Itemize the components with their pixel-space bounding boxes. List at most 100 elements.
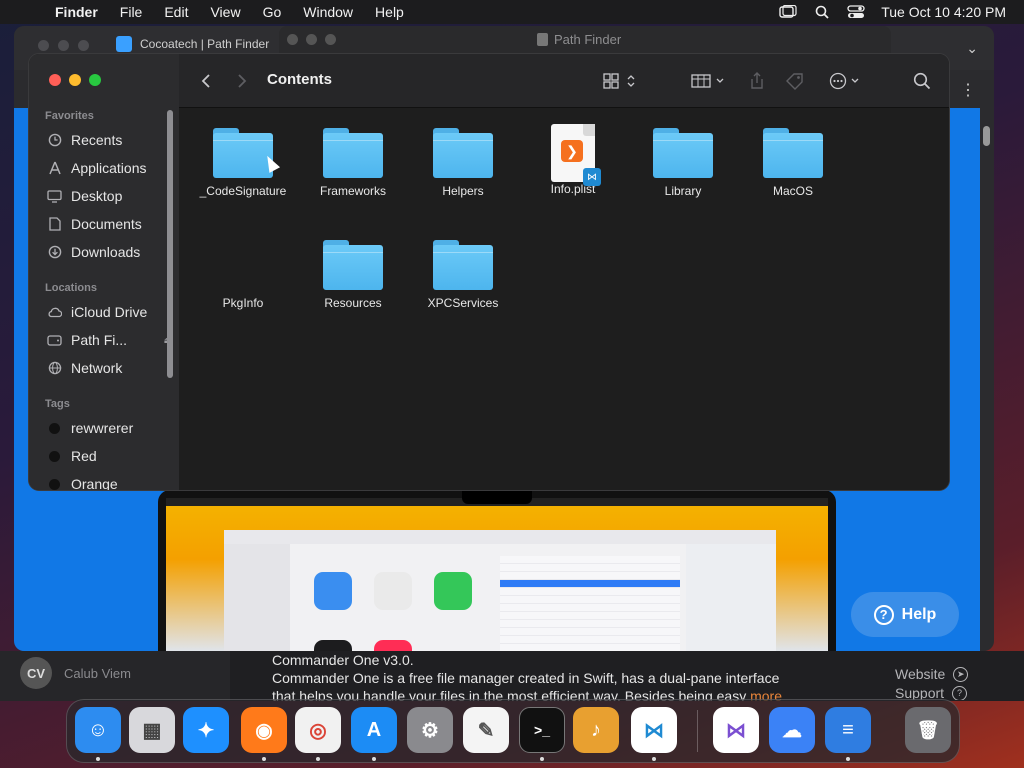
window-controls xyxy=(49,74,101,86)
description-title: Commander One v3.0. xyxy=(272,652,414,668)
clock-icon xyxy=(47,133,62,148)
cloud-icon xyxy=(47,305,62,320)
sidebar-item-documents[interactable]: Documents xyxy=(47,216,173,232)
sidebar-tag-red[interactable]: Red xyxy=(47,448,173,464)
dock-terminal[interactable]: >_ xyxy=(519,707,565,753)
author[interactable]: CV Calub Viem xyxy=(20,657,131,689)
search-icon[interactable] xyxy=(805,0,839,24)
sidebar-item-network[interactable]: Network xyxy=(47,360,173,376)
sidebar-item-pathfinder[interactable]: Path Fi... ⏏ xyxy=(47,332,173,348)
close-button[interactable] xyxy=(49,74,61,86)
dock-finder[interactable]: ☺ xyxy=(75,707,121,753)
plist-file-icon: ❯ ⋈ xyxy=(551,124,601,186)
back-button[interactable] xyxy=(201,70,211,92)
tag-dot-icon xyxy=(49,478,60,490)
folder-icon xyxy=(323,128,383,178)
file-item-helpers[interactable]: Helpers xyxy=(408,128,518,198)
sidebar-scrollbar[interactable] xyxy=(167,110,173,378)
sidebar-item-downloads[interactable]: Downloads xyxy=(47,244,173,260)
sidebar-section-locations: Locations xyxy=(45,282,97,294)
tag-dot-icon xyxy=(49,422,60,434)
more-vertical-icon[interactable]: ⋮ xyxy=(960,80,976,100)
dock-visual-studio[interactable]: ⋈ xyxy=(713,707,759,753)
dock-system-settings[interactable]: ⚙ xyxy=(407,707,453,753)
question-icon: ? xyxy=(952,686,968,700)
dock-garageband[interactable]: ♪ xyxy=(573,707,619,753)
network-icon xyxy=(47,361,62,376)
menu-clock[interactable]: Tue Oct 10 4:20 PM xyxy=(873,4,1024,20)
window-icon[interactable] xyxy=(771,0,805,24)
minimize-button[interactable] xyxy=(69,74,81,86)
file-item-library[interactable]: Library xyxy=(628,128,738,198)
dock-firefox[interactable]: ◉ xyxy=(241,707,287,753)
avatar: CV xyxy=(20,657,52,689)
help-button[interactable]: ? Help xyxy=(851,592,959,637)
search-button[interactable] xyxy=(913,70,931,92)
sidebar-tag-rewwrerer[interactable]: rewwrerer xyxy=(47,420,173,436)
dock-textedit[interactable]: ✎ xyxy=(463,707,509,753)
path-finder-window[interactable]: Path Finder xyxy=(279,26,891,56)
dock-safari[interactable]: ✦ xyxy=(183,707,229,753)
folder-icon xyxy=(323,240,383,290)
support-link[interactable]: Support? xyxy=(895,686,968,700)
download-icon xyxy=(47,245,62,260)
dock-launchpad[interactable]: ▦ xyxy=(129,707,175,753)
menu-bar: Finder File Edit View Go Window Help Tue… xyxy=(0,0,1024,24)
control-center-icon[interactable] xyxy=(839,0,873,24)
help-button-label: Help xyxy=(901,605,937,623)
sidebar-item-recents[interactable]: Recents xyxy=(47,132,173,148)
forward-button[interactable] xyxy=(237,70,247,92)
dock-trash[interactable]: 🗑 xyxy=(905,707,951,753)
browser-scrollbar[interactable] xyxy=(983,126,990,146)
sidebar-item-desktop[interactable]: Desktop xyxy=(47,188,173,204)
file-item-macos[interactable]: MacOS xyxy=(738,128,848,198)
sidebar-section-favorites: Favorites xyxy=(45,110,94,122)
sidebar-section-tags: Tags xyxy=(45,398,70,410)
sidebar-item-applications[interactable]: Applications xyxy=(47,160,173,176)
browser-tab[interactable]: Cocoatech | Path Finder xyxy=(116,36,269,52)
question-icon: ? xyxy=(873,604,894,625)
folder-icon xyxy=(433,240,493,290)
sidebar-item-icloud[interactable]: iCloud Drive xyxy=(47,304,173,320)
view-mode-button[interactable] xyxy=(603,70,637,92)
dock-chrome[interactable]: ◎ xyxy=(295,707,341,753)
chevron-down-icon[interactable]: ⌄ xyxy=(966,40,978,57)
finder-sidebar: Favorites Recents Applications Desktop D… xyxy=(29,54,179,490)
dock-vscode[interactable]: ⋈ xyxy=(631,707,677,753)
dock: ☺ ▦ ✦ ◉ ◎ A ⚙ ✎ >_ ♪ ⋈ ⋈ ☁ ≡ 🗑 xyxy=(66,699,960,763)
group-by-button[interactable] xyxy=(691,70,727,92)
favicon-icon xyxy=(116,36,132,52)
finder-window: Favorites Recents Applications Desktop D… xyxy=(28,53,950,491)
zoom-button[interactable] xyxy=(89,74,101,86)
menu-app-name[interactable]: Finder xyxy=(44,4,109,20)
menu-edit[interactable]: Edit xyxy=(153,4,199,20)
menu-view[interactable]: View xyxy=(199,4,251,20)
file-item-xpcservices[interactable]: XPCServices xyxy=(408,240,518,310)
file-item-info-plist[interactable]: ❯ ⋈ Info.plist xyxy=(518,124,628,196)
dock-weather[interactable]: ☁ xyxy=(769,707,815,753)
dock-app-store[interactable]: A xyxy=(351,707,397,753)
tag-icon[interactable] xyxy=(785,70,805,92)
menu-file[interactable]: File xyxy=(109,4,154,20)
file-item-frameworks[interactable]: Frameworks xyxy=(298,128,408,198)
vscode-badge-icon: ⋈ xyxy=(583,168,601,186)
folder-icon xyxy=(213,128,273,178)
menu-help[interactable]: Help xyxy=(364,4,415,20)
sidebar-tag-orange[interactable]: Orange xyxy=(47,476,173,490)
rss-icon: ❯ xyxy=(561,140,583,162)
desktop-icon xyxy=(47,189,62,204)
file-grid: _CodeSignature Frameworks Helpers ❯ ⋈ In… xyxy=(179,108,949,490)
app-description: Commander One v3.0. Commander One is a f… xyxy=(272,651,832,701)
dock-commander-one[interactable]: ≡ xyxy=(825,707,871,753)
website-link[interactable]: Website ➤ xyxy=(895,662,969,686)
share-icon[interactable] xyxy=(749,70,765,92)
page-links: Website ➤ Support? xyxy=(895,662,969,700)
file-item-pkginfo[interactable]: PkgInfo xyxy=(188,240,298,310)
menu-go[interactable]: Go xyxy=(252,4,293,20)
more-actions-button[interactable] xyxy=(829,70,863,92)
file-item-codesignature[interactable]: _CodeSignature xyxy=(188,128,298,198)
menu-window[interactable]: Window xyxy=(292,4,364,20)
promo-laptop-image xyxy=(158,490,836,651)
folder-icon xyxy=(763,128,823,178)
file-item-resources[interactable]: Resources xyxy=(298,240,408,310)
